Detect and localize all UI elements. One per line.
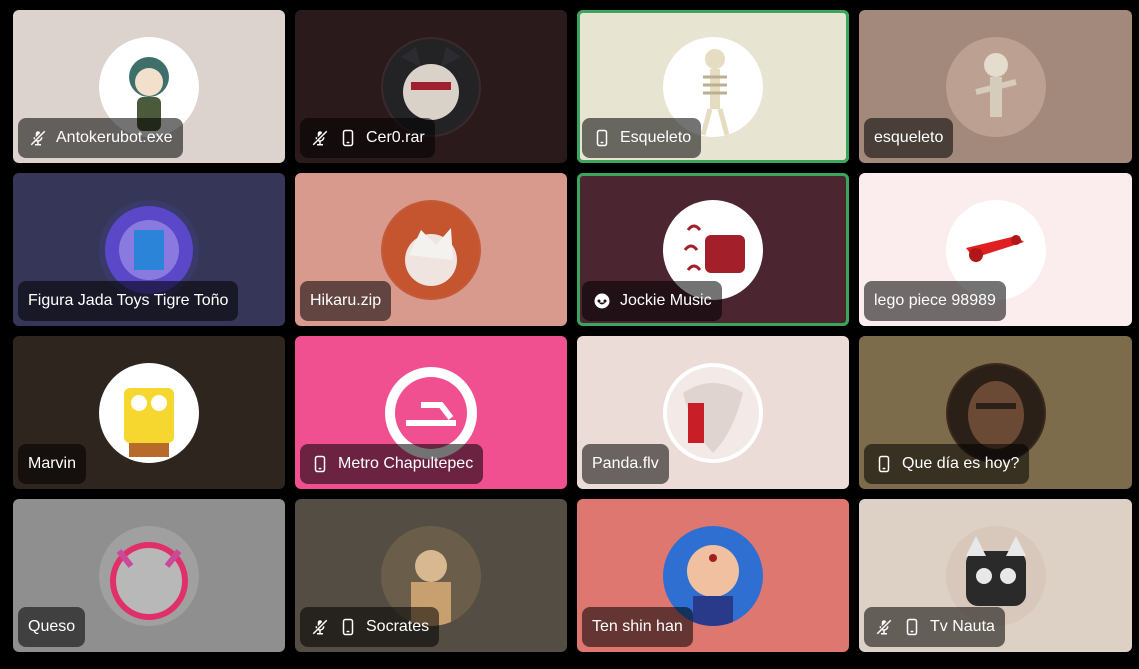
participant-name-tag: Que día es hoy? [864,444,1030,484]
avatar [663,362,763,463]
participant-name: Esqueleto [620,129,692,146]
participant-name-tag: Jockie Music [582,281,722,321]
participant-name: Socrates [366,618,430,635]
participant-name-tag: Socrates [300,607,440,647]
avatar [945,36,1046,137]
voice-channel-grid: Antokerubot.exe Cer0.rar Esqueleto esquelet… [13,10,1133,654]
participant-name-tag: Figura Jada Toys Tigre Toño [18,281,239,321]
avatar [381,199,481,300]
participant-name: Panda.flv [592,455,659,472]
participant-tile[interactable]: Que día es hoy? [859,336,1132,489]
participant-name-tag: Hikaru.zip [300,281,392,321]
activity-icon [592,291,612,311]
participant-tile[interactable]: Cer0.rar [295,10,567,163]
phone-icon [338,617,358,637]
participant-tile[interactable]: Hikaru.zip [295,173,567,326]
participant-tile[interactable]: lego piece 98989 [859,173,1132,326]
participant-tile[interactable]: Figura Jada Toys Tigre Toño [13,173,285,326]
phone-icon [874,454,894,474]
participant-name: Cer0.rar [366,129,425,146]
mic-muted-icon [310,128,330,148]
participant-tile[interactable]: esqueleto [859,10,1132,163]
participant-name: Que día es hoy? [902,455,1020,472]
participant-tile[interactable]: Jockie Music [577,173,849,326]
participant-tile[interactable]: Esqueleto [577,10,849,163]
participant-name-tag: esqueleto [864,118,954,158]
participant-tile[interactable]: Queso [13,499,285,652]
participant-name: Ten shin han [592,618,683,635]
participant-name: Jockie Music [620,292,712,309]
participant-name-tag: Antokerubot.exe [18,118,183,158]
participant-tile[interactable]: Ten shin han [577,499,849,652]
participant-name: lego piece 98989 [874,292,996,309]
phone-icon [338,128,358,148]
participant-name-tag: Metro Chapultepec [300,444,484,484]
participant-tile[interactable]: Panda.flv [577,336,849,489]
participant-tile[interactable]: Antokerubot.exe [13,10,285,163]
participant-tile[interactable]: Marvin [13,336,285,489]
participant-name: Antokerubot.exe [56,129,173,146]
participant-name: Metro Chapultepec [338,455,474,472]
mic-muted-icon [874,617,894,637]
participant-name-tag: Cer0.rar [300,118,435,158]
participant-name-tag: Esqueleto [582,118,702,158]
phone-icon [592,128,612,148]
avatar [99,362,199,463]
mic-muted-icon [28,128,48,148]
participant-name: Hikaru.zip [310,292,382,309]
phone-icon [902,617,922,637]
avatar [99,525,199,626]
participant-name: Figura Jada Toys Tigre Toño [28,292,229,309]
participant-name-tag: Queso [18,607,86,647]
participant-name: Queso [28,618,76,635]
participant-tile[interactable]: Tv Nauta [859,499,1132,652]
participant-tile[interactable]: Metro Chapultepec [295,336,567,489]
participant-tile[interactable]: Socrates [295,499,567,652]
participant-name-tag: Panda.flv [582,444,669,484]
mic-muted-icon [310,617,330,637]
participant-name-tag: Tv Nauta [864,607,1005,647]
participant-name: Tv Nauta [930,618,995,635]
participant-name-tag: Ten shin han [582,607,693,647]
participant-name-tag: Marvin [18,444,87,484]
participant-name: esqueleto [874,129,944,146]
participant-name-tag: lego piece 98989 [864,281,1006,321]
phone-icon [310,454,330,474]
participant-name: Marvin [28,455,77,472]
